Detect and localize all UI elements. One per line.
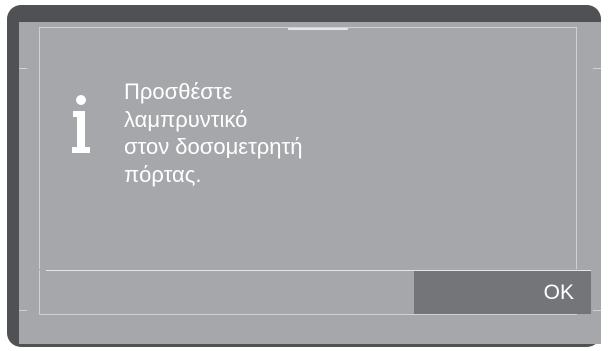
edge-tick xyxy=(19,68,27,69)
ok-button[interactable]: OK xyxy=(414,271,591,314)
frame-line xyxy=(39,314,577,315)
frame-line xyxy=(576,27,577,269)
display-screen: Προσθέστε λαμπρυντικό στον δοσομετρητή π… xyxy=(19,22,601,344)
frame-line xyxy=(39,27,40,269)
ok-button-label: OK xyxy=(543,280,574,304)
edge-tick xyxy=(593,310,601,311)
dialog-message: Προσθέστε λαμπρυντικό στον δοσομετρητή π… xyxy=(124,79,303,187)
edge-tick xyxy=(19,310,27,311)
info-icon xyxy=(69,95,93,155)
frame-line xyxy=(39,270,40,314)
frame-line xyxy=(39,27,577,28)
display-bezel: Προσθέστε λαμπρυντικό στον δοσομετρητή π… xyxy=(7,5,601,347)
edge-tick xyxy=(593,68,601,69)
